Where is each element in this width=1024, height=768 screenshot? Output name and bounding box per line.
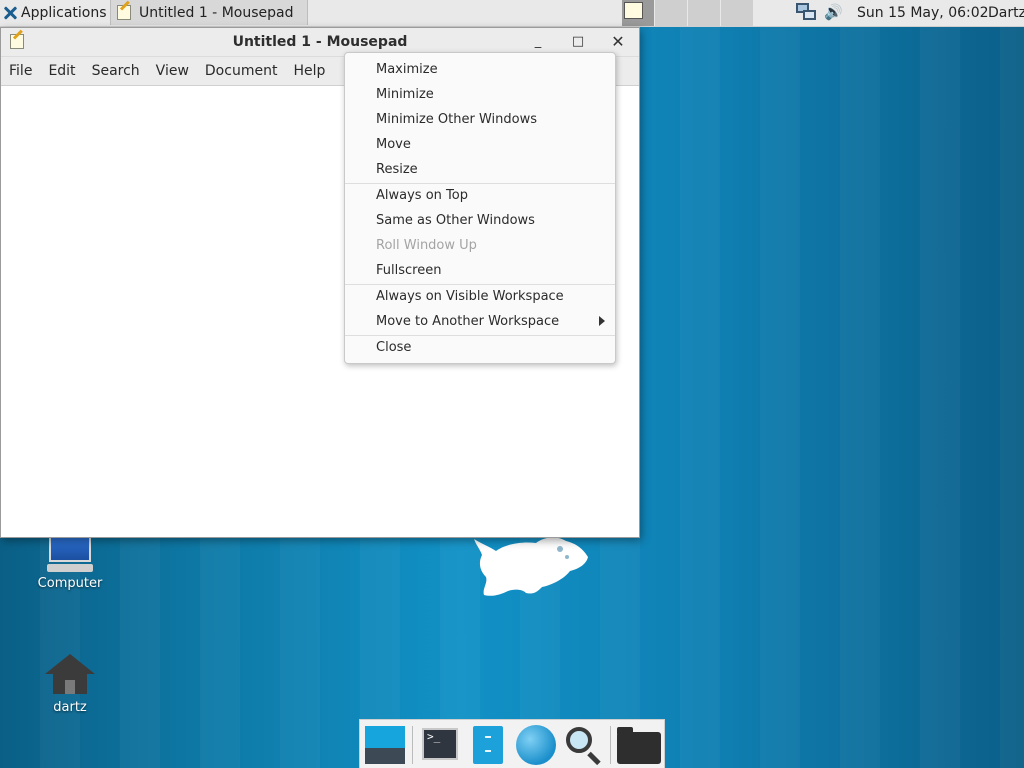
- show-desktop-icon[interactable]: [362, 724, 405, 766]
- menu-item-move[interactable]: Move: [376, 132, 411, 157]
- taskbar-window-title: Untitled 1 - Mousepad: [139, 4, 294, 21]
- menu-item-resize[interactable]: Resize: [376, 157, 418, 182]
- home-folder-icon: [45, 654, 95, 696]
- mousepad-icon: [117, 5, 131, 20]
- workspace-2[interactable]: [655, 0, 688, 26]
- dock-separator: [610, 726, 611, 764]
- menu-item-fullscreen[interactable]: Fullscreen: [376, 258, 441, 283]
- applications-label: Applications: [21, 5, 107, 21]
- menu-item-always-on-visible-workspace[interactable]: Always on Visible Workspace: [376, 284, 564, 309]
- menu-item-same-as-other-windows[interactable]: Same as Other Windows: [376, 208, 535, 233]
- minimize-button[interactable]: _: [528, 32, 548, 52]
- menu-item-roll-window-up: Roll Window Up: [376, 238, 477, 253]
- menu-edit[interactable]: Edit: [40, 57, 83, 85]
- menu-file[interactable]: File: [1, 57, 40, 85]
- network-icon[interactable]: [796, 3, 816, 21]
- app-finder-icon[interactable]: [562, 724, 604, 766]
- dock-separator: [412, 726, 413, 764]
- user-name[interactable]: Dartz: [988, 0, 1024, 26]
- menu-item-always-on-top[interactable]: Always on Top: [376, 183, 468, 208]
- xfce-mouse-logo-icon: [474, 537, 588, 596]
- computer-base: [47, 564, 93, 572]
- terminal-prompt: >_: [422, 728, 458, 760]
- menu-item-minimize[interactable]: Minimize: [376, 82, 434, 107]
- menu-item-maximize[interactable]: Maximize: [376, 57, 438, 82]
- folder-icon[interactable]: [616, 724, 661, 766]
- workspace-window-thumbnail: [624, 2, 643, 19]
- menu-item-minimize-other-windows[interactable]: Minimize Other Windows: [376, 107, 537, 132]
- applications-menu-button[interactable]: Applications: [0, 0, 111, 26]
- close-button[interactable]: ✕: [608, 32, 628, 52]
- window-context-menu: Maximize Minimize Minimize Other Windows…: [344, 52, 616, 364]
- computer-icon: [49, 536, 91, 562]
- taskbar-window-button[interactable]: Untitled 1 - Mousepad: [110, 0, 308, 25]
- bottom-dock: >_: [359, 719, 665, 768]
- terminal-icon[interactable]: >_: [420, 724, 462, 766]
- menu-item-move-to-another-workspace[interactable]: Move to Another Workspace: [376, 309, 559, 334]
- system-tray: 🔊: [796, 3, 843, 21]
- clock[interactable]: Sun 15 May, 06:02: [857, 0, 989, 26]
- maximize-button[interactable]: □: [568, 32, 588, 52]
- menu-help[interactable]: Help: [285, 57, 333, 85]
- desktop-icon-label: dartz: [53, 700, 87, 715]
- menu-view[interactable]: View: [148, 57, 197, 85]
- menu-item-close[interactable]: Close: [376, 335, 411, 360]
- menu-search[interactable]: Search: [84, 57, 148, 85]
- web-browser-icon[interactable]: [514, 724, 556, 766]
- submenu-arrow-icon: [599, 316, 605, 326]
- desktop-icon-label: Computer: [37, 576, 103, 591]
- workspace-switcher: [622, 0, 754, 26]
- menu-document[interactable]: Document: [197, 57, 286, 85]
- workspace-1[interactable]: [622, 0, 655, 26]
- workspace-4[interactable]: [721, 0, 754, 26]
- desktop-icon-home[interactable]: dartz: [20, 654, 120, 715]
- top-panel: Applications Untitled 1 - Mousepad 🔊 Sun…: [0, 0, 1024, 27]
- xfce-logo-icon: [3, 6, 17, 20]
- workspace-3[interactable]: [688, 0, 721, 26]
- desktop-icon-computer[interactable]: Computer: [20, 536, 120, 591]
- volume-icon[interactable]: 🔊: [824, 3, 843, 21]
- file-manager-icon[interactable]: [468, 724, 510, 766]
